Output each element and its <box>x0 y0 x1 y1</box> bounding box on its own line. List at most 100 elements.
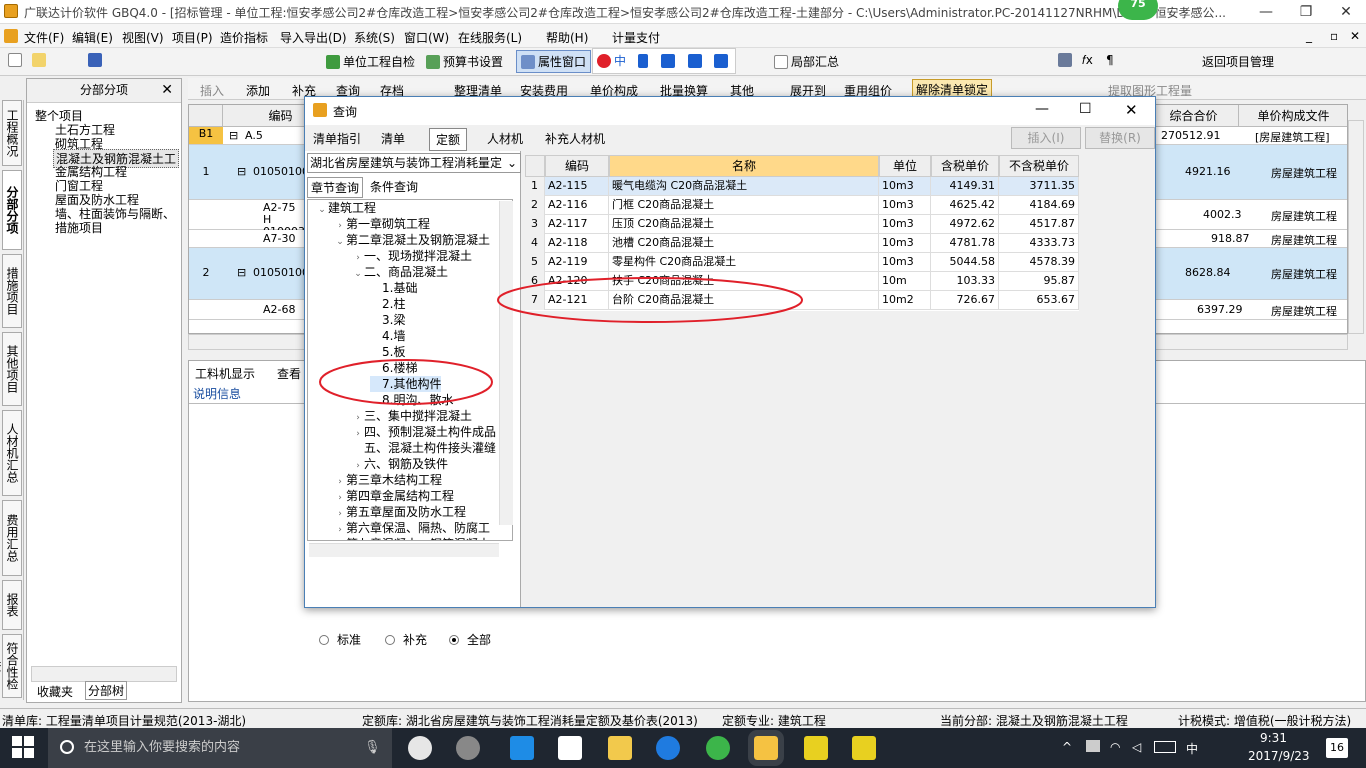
menu-file[interactable]: 文件(F) <box>24 29 64 46</box>
battery-icon[interactable] <box>1086 740 1100 752</box>
library-select[interactable]: 湖北省房屋建筑与装饰工程消耗量定 ⌄ <box>307 153 521 173</box>
tree-node[interactable]: 4.墙 <box>370 328 405 344</box>
tab-supplement-material[interactable]: 补充人材机 <box>539 128 611 149</box>
menu-view[interactable]: 视图(V) <box>122 29 164 46</box>
tree-node[interactable]: ›第七章混凝土、钢筋混凝土 <box>334 536 490 540</box>
add-button[interactable]: 添加 <box>246 82 270 99</box>
menu-edit[interactable]: 编辑(E) <box>72 29 113 46</box>
radio-all[interactable]: 全部 <box>449 631 491 648</box>
tab-project-overview[interactable]: 工程概况 <box>2 100 22 166</box>
edge-icon[interactable] <box>510 736 534 760</box>
chevron-down-icon[interactable]: ⌄ <box>352 266 364 282</box>
tab-section-tree[interactable]: 分部树 <box>85 681 128 700</box>
chevron-down-icon[interactable]: ⌄ <box>334 234 346 250</box>
clock-date[interactable]: 2017/9/23 <box>1248 749 1310 763</box>
tree-node[interactable]: ⌄ 建筑工程 <box>316 200 376 216</box>
clock-time[interactable]: 9:31 <box>1260 731 1287 745</box>
tab-compliance[interactable]: 符合性检查 <box>0 634 22 698</box>
table-row[interactable]: 5 A2-119 零星构件 C20商品混凝土 10m3 5044.58 4578.39 <box>525 253 1079 272</box>
task-view-icon[interactable] <box>408 736 432 760</box>
paragraph-icon[interactable]: ¶ <box>1106 53 1114 67</box>
calculator-icon[interactable] <box>1058 53 1072 67</box>
grid-vertical-scrollbar[interactable] <box>1348 120 1364 334</box>
tab-condition-query[interactable]: 条件查询 <box>367 177 421 196</box>
dialog-close[interactable]: ✕ <box>1125 101 1138 119</box>
menu-cost-index[interactable]: 造价指标 <box>220 29 268 46</box>
menu-project[interactable]: 项目(P) <box>172 29 213 46</box>
mdi-restore[interactable]: ▫ <box>1330 29 1338 43</box>
close-icon[interactable]: ✕ <box>161 79 173 101</box>
notification-count[interactable]: 16 <box>1326 738 1348 758</box>
tab-other-items[interactable]: 其他项目 <box>2 332 22 406</box>
tree-node[interactable]: › 六、钢筋及铁件 <box>352 456 448 472</box>
mic-icon[interactable] <box>637 54 648 68</box>
tab-fee-summary[interactable]: 费用汇总 <box>2 500 22 576</box>
table-row[interactable]: 1 A2-115 暖气电缆沟 C20商品混凝土 10m3 4149.31 3711.35 <box>525 177 1079 196</box>
tree-node[interactable]: › 第六章保温、隔热、防腐工 <box>334 520 490 536</box>
open-icon[interactable] <box>32 53 46 67</box>
tab-labor-material[interactable]: 人材机 <box>481 128 529 149</box>
table-row[interactable]: 3 A2-117 压顶 C20商品混凝土 10m3 4972.62 4517.87 <box>525 215 1079 234</box>
ime-icon[interactable]: 中 <box>1186 740 1198 757</box>
table-row[interactable]: 2 A2-116 门框 C20商品混凝土 10m3 4625.42 4184.69 <box>525 196 1079 215</box>
replace-button[interactable]: 替换(R) <box>1085 127 1155 149</box>
mdi-minimize[interactable]: _ <box>1306 29 1312 43</box>
self-check-button[interactable]: 单位工程自检 <box>343 55 415 69</box>
chevron-down-icon[interactable]: ⌄ <box>507 154 517 172</box>
return-project-button[interactable]: 返回项目管理 <box>1202 53 1274 70</box>
tree-node[interactable]: 7.其他构件 <box>370 376 442 392</box>
menu-help[interactable]: 帮助(H) <box>546 29 588 46</box>
tab-quota[interactable]: 定额 <box>429 128 468 151</box>
menu-system[interactable]: 系统(S) <box>354 29 395 46</box>
insert-button[interactable]: 插入(I) <box>1011 127 1081 149</box>
restore-button[interactable]: ❐ <box>1286 0 1326 23</box>
tree-node[interactable]: › 第五章屋面及防水工程 <box>334 504 466 520</box>
help-app-icon[interactable] <box>852 736 876 760</box>
volume-icon[interactable]: ◁ <box>1132 740 1141 754</box>
tree-node[interactable]: ⌄ 第二章混凝土及钢筋混凝土 <box>334 232 490 248</box>
horizontal-scrollbar[interactable] <box>31 666 177 682</box>
collapse-icon[interactable]: ⊟ <box>237 266 246 279</box>
ime-mode[interactable]: 中 <box>614 54 626 68</box>
dialog-maximize[interactable]: ☐ <box>1079 101 1092 117</box>
tree-node[interactable]: › 四、预制混凝土构件成品 <box>352 424 496 440</box>
chevron-right-icon[interactable]: › <box>334 538 346 540</box>
tree-node[interactable]: › 一、现场搅拌混凝土 <box>352 248 472 264</box>
keyboard-icon[interactable] <box>660 54 675 68</box>
tree-node[interactable]: 8.明沟、散水 <box>370 392 453 408</box>
close-button[interactable]: ✕ <box>1326 0 1366 23</box>
tab-material-display[interactable]: 工料机显示 <box>195 365 255 382</box>
budget-settings-button[interactable]: 预算书设置 <box>443 55 503 69</box>
tree-node[interactable]: 6.楼梯 <box>370 360 417 376</box>
menu-payment[interactable]: 计量支付 <box>612 29 660 46</box>
formula-icon[interactable]: 𝑓x <box>1082 53 1093 68</box>
tree-node[interactable]: › 第一章砌筑工程 <box>334 216 430 232</box>
tab-list[interactable]: 清单 <box>375 128 411 149</box>
wifi-icon[interactable]: ◠ <box>1110 740 1120 754</box>
tree-node[interactable]: › 第四章金属结构工程 <box>334 488 454 504</box>
sogou-icon[interactable] <box>597 54 611 68</box>
tree-vertical-scrollbar[interactable] <box>499 201 513 525</box>
radio-standard[interactable]: 标准 <box>319 631 361 648</box>
app-menu-icon[interactable] <box>4 29 18 43</box>
tree-node[interactable]: 1.基础 <box>370 280 417 296</box>
tree-node[interactable]: ⌄ 二、商品混凝土 <box>352 264 448 280</box>
dialog-minimize[interactable]: — <box>1035 101 1049 117</box>
tree-horizontal-scrollbar[interactable] <box>309 543 499 557</box>
keyboard-icon[interactable] <box>1154 741 1176 753</box>
skin-icon[interactable] <box>687 54 702 68</box>
partial-summary-button[interactable]: 局部汇总 <box>791 55 839 69</box>
glodon-icon[interactable] <box>656 736 680 760</box>
table-row[interactable]: 6 A2-120 扶手 C20商品混凝土 10m 103.33 95.87 <box>525 272 1079 291</box>
mic-icon[interactable]: 🎙 <box>364 728 381 768</box>
browser-icon[interactable] <box>456 736 480 760</box>
chevron-up-icon[interactable]: ^ <box>1062 740 1072 754</box>
tree-node[interactable]: 五、混凝土构件接头灌缝 <box>352 440 496 456</box>
radio-supplement[interactable]: 补充 <box>385 631 427 648</box>
new-icon[interactable] <box>8 53 22 67</box>
table-row[interactable]: 7 A2-121 台阶 C20商品混凝土 10m2 726.67 653.67 <box>525 291 1079 310</box>
tree-node[interactable]: 3.梁 <box>370 312 405 328</box>
gbq-app-icon[interactable] <box>748 730 784 766</box>
tab-reports[interactable]: 报表 <box>2 580 22 630</box>
tools-icon[interactable] <box>714 54 729 68</box>
